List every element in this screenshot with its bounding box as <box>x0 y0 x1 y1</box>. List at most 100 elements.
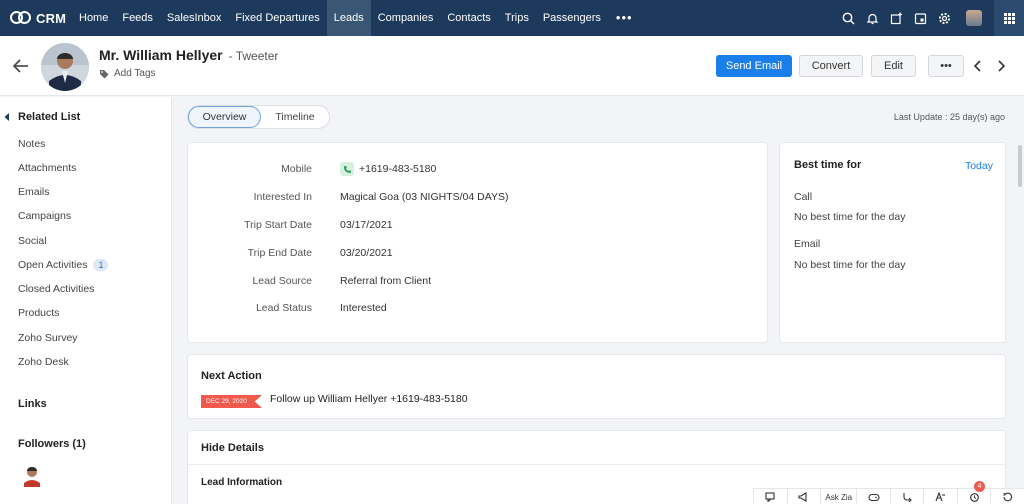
nav-fixed-departures[interactable]: Fixed Departures <box>228 0 326 36</box>
lead-source-tag: - Tweeter <box>228 49 279 63</box>
sidebar-item-campaigns[interactable]: Campaigns <box>18 210 71 222</box>
back-arrow-icon[interactable] <box>12 58 30 74</box>
nav-companies[interactable]: Companies <box>371 0 441 36</box>
sidebar-item-label: Closed Activities <box>18 283 95 295</box>
phone-icon[interactable] <box>340 162 354 176</box>
best-time-call-label: Call <box>794 191 813 203</box>
follower-avatar[interactable] <box>22 465 42 487</box>
collapse-caret-icon[interactable] <box>4 112 9 122</box>
next-action-title: Next Action <box>201 370 262 382</box>
bell-icon[interactable] <box>860 0 884 36</box>
count-badge: 1 <box>93 259 109 271</box>
detail-value-lead-status[interactable]: Interested <box>340 302 387 314</box>
nav-more-button[interactable]: ••• <box>608 0 641 36</box>
sidebar-item-zoho-desk[interactable]: Zoho Desk <box>18 356 69 368</box>
sidebar-item-emails[interactable]: Emails <box>18 186 50 198</box>
gamepad-icon[interactable] <box>856 489 890 504</box>
lead-profile-photo[interactable] <box>41 43 89 91</box>
sidebar-item-label: Zoho Survey <box>18 332 78 344</box>
nav-passengers[interactable]: Passengers <box>536 0 608 36</box>
sidebar-item-notes[interactable]: Notes <box>18 138 45 150</box>
next-action-text[interactable]: Follow up William Hellyer +1619-483-5180 <box>270 393 468 405</box>
add-tags-label: Add Tags <box>114 68 156 79</box>
detail-label-trip-start-date: Trip Start Date <box>244 219 312 231</box>
translate-icon[interactable] <box>923 489 957 504</box>
sidebar-item-label: Open Activities <box>18 259 88 271</box>
followers-title: Followers (1) <box>18 438 86 450</box>
calendar-icon[interactable] <box>908 0 932 36</box>
detail-label-lead-status: Lead Status <box>255 302 312 314</box>
best-time-call-value: No best time for the day <box>794 211 906 223</box>
sidebar-item-label: Emails <box>18 186 50 198</box>
nav-trips[interactable]: Trips <box>498 0 536 36</box>
previous-record-icon[interactable] <box>973 60 983 72</box>
sidebar-item-products[interactable]: Products <box>18 307 59 319</box>
best-time-email-value: No best time for the day <box>794 259 906 271</box>
flow-icon[interactable] <box>889 489 924 504</box>
related-list-title: Related List <box>18 111 81 123</box>
gear-icon[interactable] <box>932 0 956 36</box>
sidebar-item-label: Notes <box>18 138 46 150</box>
sidebar-item-label: Zoho Desk <box>18 356 69 368</box>
sidebar-item-zoho-survey[interactable]: Zoho Survey <box>18 332 78 344</box>
lead-details-card: Mobile +1619-483-5180 Interested In Magi… <box>187 142 768 343</box>
top-nav: CRM Home Feeds SalesInbox Fixed Departur… <box>0 0 1024 36</box>
sidebar-item-label: Campaigns <box>18 210 72 222</box>
convert-button[interactable]: Convert <box>799 55 863 77</box>
nav-feeds[interactable]: Feeds <box>115 0 160 36</box>
more-actions-button[interactable]: ••• <box>928 55 964 77</box>
detail-label-mobile: Mobile <box>281 163 312 175</box>
next-record-icon[interactable] <box>996 60 1006 72</box>
sidebar-item-attachments[interactable]: Attachments <box>18 162 76 174</box>
tab-timeline[interactable]: Timeline <box>261 106 329 128</box>
divider <box>188 464 1005 465</box>
detail-value-trip-start-date[interactable]: 03/17/2021 <box>340 219 393 231</box>
reminder-count-badge: 4 <box>973 481 985 492</box>
next-action-card: Next Action DEC 29, 2020 Follow up Willi… <box>187 354 1006 419</box>
tag-icon <box>99 69 109 79</box>
search-icon[interactable] <box>836 0 860 36</box>
best-time-today-link[interactable]: Today <box>965 160 993 172</box>
next-action-date-flag: DEC 29, 2020 <box>201 395 262 408</box>
bottom-toolbar: Ask Zia 4 <box>753 481 1024 504</box>
nav-leads[interactable]: Leads <box>326 0 371 36</box>
detail-value-trip-end-date[interactable]: 03/20/2021 <box>340 247 393 259</box>
add-new-icon[interactable] <box>884 0 908 36</box>
history-icon[interactable] <box>990 489 1024 504</box>
alarm-clock-icon[interactable]: 4 <box>956 481 991 504</box>
user-avatar[interactable] <box>966 10 982 26</box>
nav-salesinbox[interactable]: SalesInbox <box>160 0 228 36</box>
view-tabs: Overview Timeline <box>187 105 330 129</box>
sidebar-item-label: Products <box>18 307 60 319</box>
send-email-button[interactable]: Send Email <box>716 55 792 77</box>
app-grid-icon[interactable] <box>994 0 1024 36</box>
nav-home[interactable]: Home <box>72 0 115 36</box>
page-scrollbar[interactable] <box>1018 145 1022 187</box>
best-time-card: Best time for Today Call No best time fo… <box>779 142 1006 343</box>
nav-contacts[interactable]: Contacts <box>440 0 497 36</box>
links-title: Links <box>18 398 47 410</box>
record-header: Mr. William Hellyer - Tweeter Add Tags S… <box>0 36 1024 96</box>
detail-value-lead-source[interactable]: Referral from Client <box>340 275 431 287</box>
detail-value-interested-in[interactable]: Magical Goa (03 NIGHTS/04 DAYS) <box>340 191 508 203</box>
crm-logo[interactable]: CRM <box>0 0 72 36</box>
sidebar-item-social[interactable]: Social <box>18 235 47 247</box>
lead-name: Mr. William Hellyer <box>99 47 223 63</box>
ask-zia-button[interactable]: Ask Zia <box>820 489 856 504</box>
edit-button[interactable]: Edit <box>871 55 916 77</box>
best-time-email-label: Email <box>794 238 821 250</box>
mobile-number: +1619-483-5180 <box>359 163 437 175</box>
sidebar-item-open-activities[interactable]: Open Activities 1 <box>18 259 109 271</box>
detail-value-mobile[interactable]: +1619-483-5180 <box>340 162 436 176</box>
hide-details-toggle[interactable]: Hide Details <box>201 442 264 454</box>
crm-logo-icon <box>10 11 32 25</box>
sidebar-item-closed-activities[interactable]: Closed Activities <box>18 283 94 295</box>
best-time-title: Best time for <box>794 159 862 171</box>
tab-overview[interactable]: Overview <box>188 106 261 128</box>
chat-icon[interactable] <box>753 489 787 504</box>
detail-label-trip-end-date: Trip End Date <box>247 247 312 259</box>
add-tags-link[interactable]: Add Tags <box>99 68 156 79</box>
last-update-text: Last Update : 25 day(s) ago <box>893 112 1005 122</box>
megaphone-icon[interactable] <box>786 489 821 504</box>
sidebar-item-label: Attachments <box>18 162 77 174</box>
